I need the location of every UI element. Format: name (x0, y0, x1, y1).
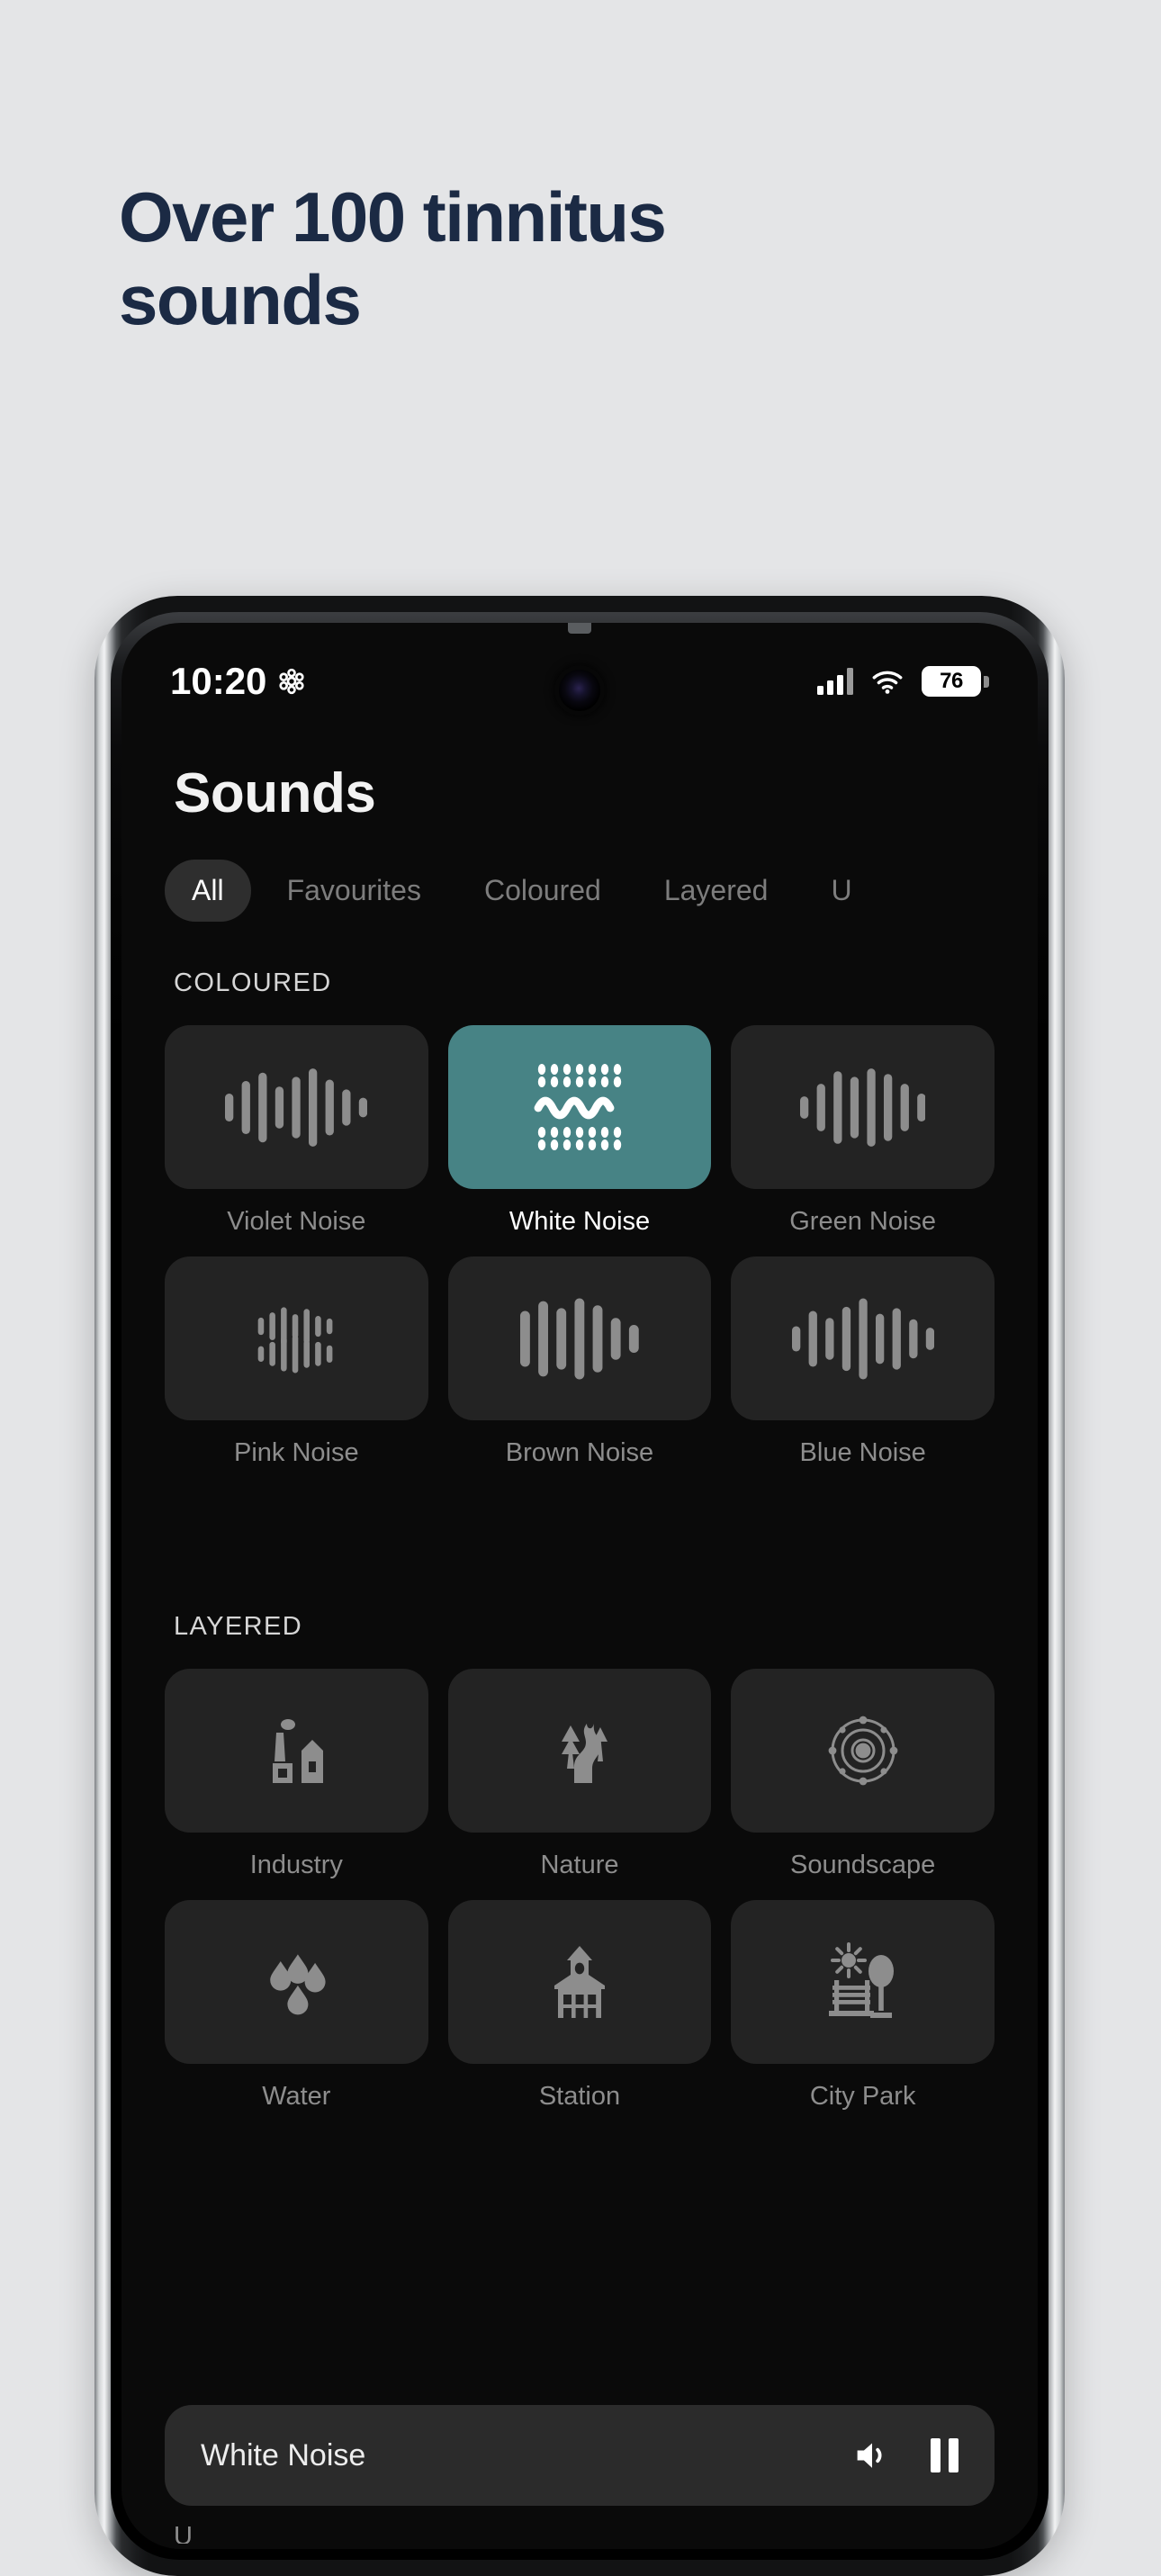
section-header-layered: LAYERED (174, 1612, 303, 1641)
waveform-pink-icon[interactable] (165, 1256, 428, 1420)
sound-tile-label: Water (262, 2082, 331, 2111)
river-trees-icon[interactable] (447, 1669, 712, 1833)
tab-all[interactable]: All (165, 860, 251, 922)
sound-tile-label: Nature (540, 1851, 619, 1879)
waveform-white-noise-icon[interactable] (447, 1025, 712, 1189)
sound-tile[interactable]: Industry (165, 1669, 428, 1880)
waveform-violet-icon[interactable] (165, 1025, 428, 1189)
wifi-icon (872, 671, 903, 694)
now-playing-bar[interactable]: White Noise (165, 2405, 994, 2506)
earpiece-speaker-grille (568, 623, 591, 634)
sound-tile-label: Violet Noise (227, 1207, 366, 1236)
sound-tile-label: Soundscape (790, 1851, 936, 1879)
sound-tile[interactable]: White Noise (447, 1025, 712, 1237)
cellular-signal-icon (817, 668, 853, 695)
player-controls (851, 2437, 958, 2473)
battery-level-text: 76 (922, 666, 981, 697)
sound-tile[interactable]: Blue Noise (731, 1256, 994, 1468)
battery-cap (984, 675, 989, 688)
status-bar-right: 76 (817, 666, 989, 697)
sound-tile[interactable]: Water (165, 1900, 428, 2112)
bottom-cutoff-text: U (174, 2522, 193, 2544)
marketing-headline: Over 100 tinnitus sounds (119, 177, 667, 340)
tab-layered[interactable]: Layered (637, 860, 796, 922)
orbit-icon[interactable] (731, 1669, 994, 1833)
volume-icon[interactable] (851, 2437, 893, 2473)
page-title: Sounds (174, 762, 376, 824)
sound-tile[interactable]: Brown Noise (447, 1256, 712, 1468)
sound-tile-label: City Park (809, 2082, 916, 2111)
sound-tile-label: Blue Noise (799, 1438, 926, 1467)
tab-favourites[interactable]: Favourites (260, 860, 448, 922)
battery-indicator: 76 (922, 666, 989, 697)
sound-tile[interactable]: Station (447, 1900, 712, 2112)
status-bar-clock: 10:20 (170, 660, 267, 702)
sound-tile[interactable]: Soundscape (731, 1669, 994, 1880)
sound-grid-coloured: Violet Noise White Noise Green Noise Pink N… (122, 998, 1038, 1468)
sound-grid-layered: Industry Nature Soundscape Water Station City… (122, 1642, 1038, 2112)
sound-tile-label: Pink Noise (234, 1438, 359, 1467)
waveform-blue-icon[interactable] (731, 1256, 994, 1420)
waveform-brown-icon[interactable] (447, 1256, 712, 1420)
phone-device-frame: 10:20 76 Sounds All Favourites Coloured … (94, 596, 1065, 2576)
sound-tile[interactable]: Green Noise (731, 1025, 994, 1237)
tab-coloured[interactable]: Coloured (457, 860, 628, 922)
status-bar: 10:20 76 (122, 623, 1038, 740)
station-building-icon[interactable] (447, 1900, 712, 2064)
tab-u[interactable]: U (804, 860, 878, 922)
sound-tile-label: Brown Noise (505, 1438, 654, 1467)
section-header-coloured: COLOURED (174, 968, 332, 997)
sound-tile[interactable]: City Park (731, 1900, 994, 2112)
sound-tile-label: White Noise (508, 1207, 651, 1236)
factory-icon[interactable] (165, 1669, 428, 1833)
sound-tile-label: Station (538, 2082, 621, 2111)
water-droplets-icon[interactable] (165, 1900, 428, 2064)
status-bar-left: 10:20 (170, 660, 306, 703)
sound-tile[interactable]: Violet Noise (165, 1025, 428, 1237)
park-bench-tree-icon[interactable] (731, 1900, 994, 2064)
now-playing-title: White Noise (201, 2437, 366, 2472)
sound-tile-label: Green Noise (789, 1207, 937, 1236)
phone-screen: 10:20 76 Sounds All Favourites Coloured … (122, 623, 1038, 2549)
sound-tile[interactable]: Nature (447, 1669, 712, 1880)
pause-icon[interactable] (931, 2438, 958, 2472)
sounds-app: Sounds All Favourites Coloured Layered U COL… (122, 740, 1038, 2549)
waveform-green-icon[interactable] (731, 1025, 994, 1189)
category-tab-bar[interactable]: All Favourites Coloured Layered U (122, 825, 1038, 922)
flower-icon (279, 668, 305, 695)
front-camera-lens (559, 670, 600, 711)
sound-tile[interactable]: Pink Noise (165, 1256, 428, 1468)
sound-tile-label: Industry (249, 1851, 343, 1879)
